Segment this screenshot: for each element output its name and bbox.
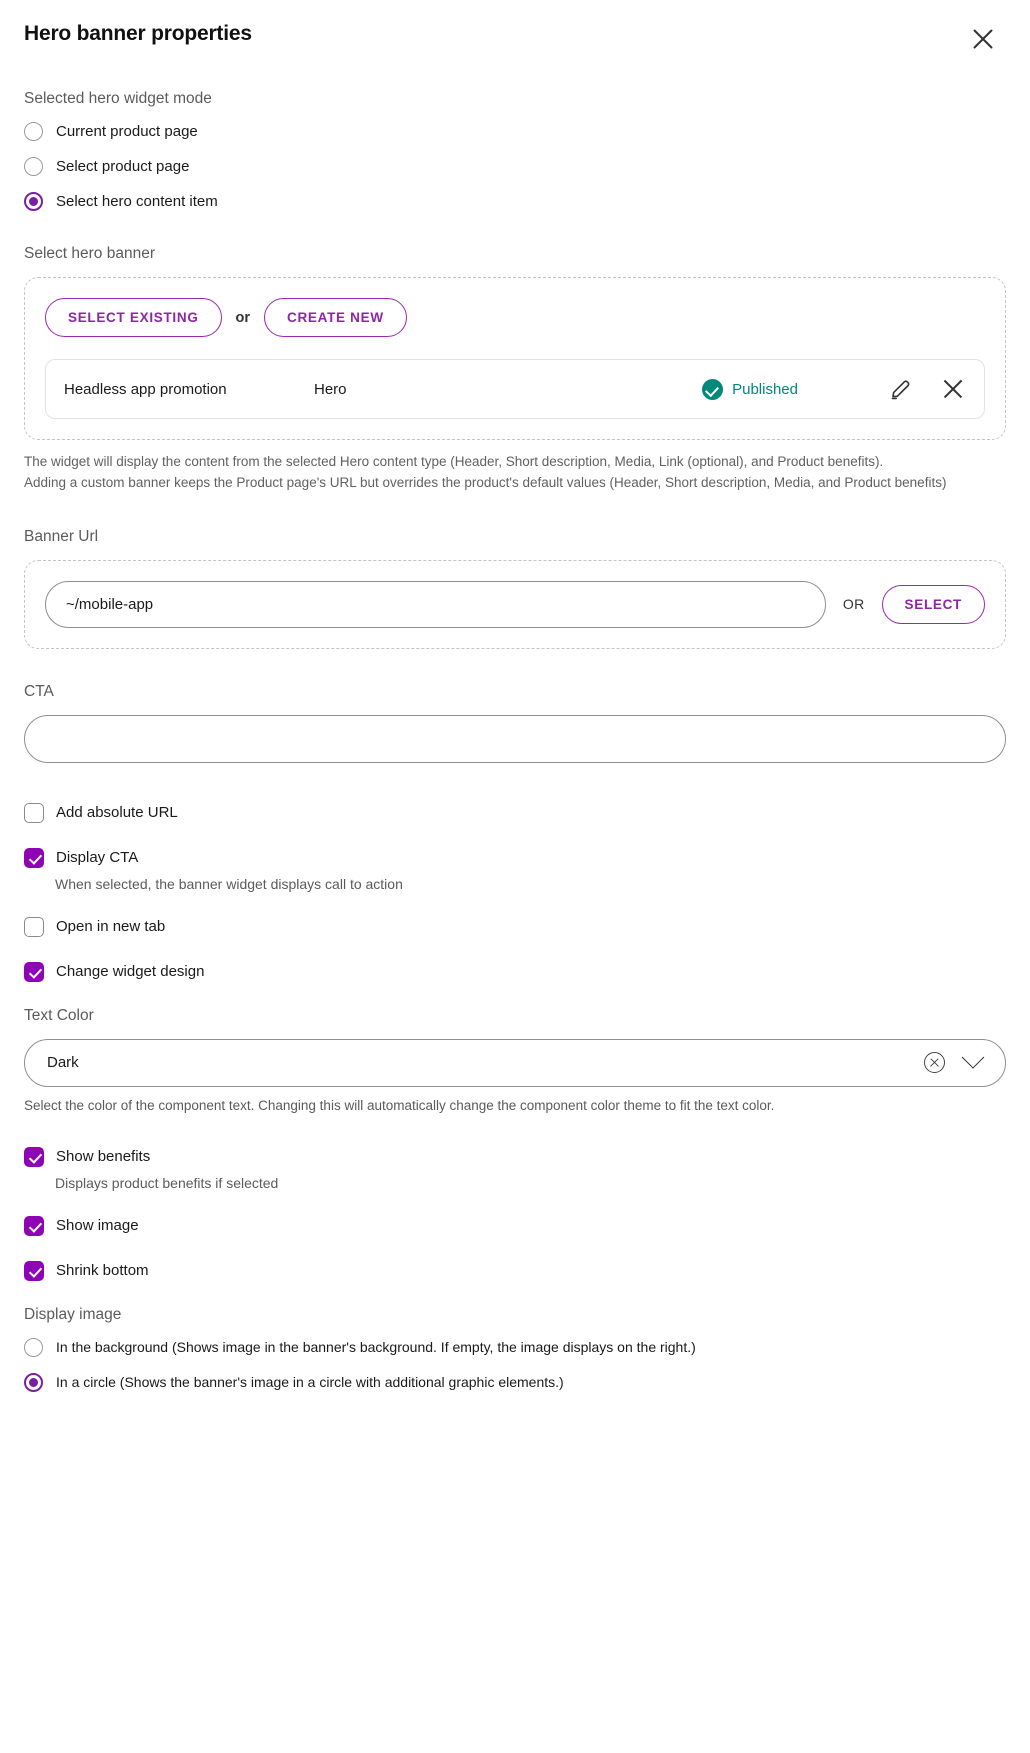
pencil-icon[interactable] <box>888 376 914 402</box>
checkbox-icon-checked[interactable] <box>24 1146 44 1167</box>
radio-icon[interactable] <box>24 122 43 141</box>
content-item-type: Hero <box>314 380 347 398</box>
checkbox-icon[interactable] <box>24 802 44 823</box>
text-color-value: Dark <box>47 1054 79 1072</box>
selected-content-item-row[interactable]: Headless app promotion Hero Published <box>45 359 985 419</box>
banner-url-input[interactable]: ~/mobile-app <box>45 580 826 628</box>
text-color-label: Text Color <box>24 1006 94 1024</box>
radio-in-the-background[interactable]: In the background (Shows image in the ba… <box>24 1337 1006 1357</box>
banner-url-input-row: ~/mobile-app OR SELECT <box>45 580 985 628</box>
checkbox-label: Show image <box>56 1217 139 1235</box>
checkbox-label: Open in new tab <box>56 918 166 936</box>
widget-mode-label: Selected hero widget mode <box>24 90 212 107</box>
option-show-image[interactable]: Show image <box>24 1215 1006 1236</box>
checkbox-label: Change widget design <box>56 963 205 981</box>
banner-url-dashed-container: ~/mobile-app OR SELECT <box>24 559 1006 649</box>
clear-circle-icon[interactable] <box>924 1052 945 1074</box>
or-separator: or <box>235 309 251 326</box>
options-section: Add absolute URL Display CTA When select… <box>24 802 1006 982</box>
create-new-button[interactable]: CREATE NEW <box>264 298 407 337</box>
hero-banner-label: Select hero banner <box>24 245 155 262</box>
banner-url-label: Banner Url <box>24 527 99 545</box>
radio-label: In the background (Shows image in the ba… <box>56 1339 696 1356</box>
banner-url-section: Banner Url ~/mobile-app OR SELECT <box>24 528 1006 649</box>
content-item-name: Headless app promotion <box>64 380 227 398</box>
radio-icon[interactable] <box>24 157 43 176</box>
option-display-cta[interactable]: Display CTA When selected, the banner wi… <box>24 847 1006 892</box>
or-separator-caps: OR <box>842 596 865 613</box>
radio-label: Select product page <box>56 158 190 175</box>
radio-label: In a circle (Shows the banner's image in… <box>56 1374 564 1391</box>
option-shrink-bottom[interactable]: Shrink bottom <box>24 1260 1006 1281</box>
select-existing-button[interactable]: SELECT EXISTING <box>45 298 222 337</box>
checkbox-icon-checked[interactable] <box>24 1215 44 1236</box>
radio-in-a-circle[interactable]: In a circle (Shows the banner's image in… <box>24 1372 1006 1392</box>
hero-banner-helper-line-2: Adding a custom banner keeps the Product… <box>24 474 947 490</box>
hero-banner-actions: SELECT EXISTING or CREATE NEW <box>45 298 985 337</box>
cta-input[interactable] <box>24 714 1006 763</box>
radio-icon-selected[interactable] <box>24 1372 43 1392</box>
status-label: Published <box>732 380 798 398</box>
text-color-help: Select the color of the component text. … <box>24 1097 775 1113</box>
text-color-select[interactable]: Dark <box>24 1038 1006 1087</box>
radio-icon[interactable] <box>24 1337 43 1357</box>
radio-label: Select hero content item <box>56 193 218 210</box>
check-circle-icon <box>702 378 724 400</box>
display-options-section: Show benefits Displays product benefits … <box>24 1146 1006 1281</box>
option-add-absolute-url[interactable]: Add absolute URL <box>24 802 1006 823</box>
radio-current-product-page[interactable]: Current product page <box>24 122 1006 141</box>
radio-icon-selected[interactable] <box>24 192 43 211</box>
page-title: Hero banner properties <box>24 22 252 45</box>
checkbox-icon[interactable] <box>24 916 44 937</box>
checkbox-icon-checked[interactable] <box>24 1260 44 1281</box>
checkbox-label: Shrink bottom <box>56 1262 149 1280</box>
chevron-down-icon[interactable] <box>961 1045 985 1069</box>
option-change-widget-design[interactable]: Change widget design <box>24 961 1006 982</box>
display-image-section: Display image In the background (Shows i… <box>24 1306 1006 1392</box>
hero-banner-section: Select hero banner SELECT EXISTING or CR… <box>24 245 1006 494</box>
widget-mode-section: Selected hero widget mode Current produc… <box>24 90 1006 211</box>
text-color-section: Text Color Dark Select the color of the … <box>24 1007 1006 1113</box>
checkbox-icon-checked[interactable] <box>24 847 44 868</box>
radio-select-product-page[interactable]: Select product page <box>24 157 1006 176</box>
radio-select-hero-content-item[interactable]: Select hero content item <box>24 192 1006 211</box>
status-badge: Published <box>702 378 798 400</box>
checkbox-label: Display CTA <box>56 849 139 867</box>
display-image-label: Display image <box>24 1305 122 1323</box>
option-show-benefits[interactable]: Show benefits Displays product benefits … <box>24 1146 1006 1191</box>
hero-banner-properties-panel: Hero banner properties Selected hero wid… <box>0 0 1030 1753</box>
select-url-button[interactable]: SELECT <box>881 584 985 624</box>
cta-label: CTA <box>24 682 54 700</box>
cta-section: CTA <box>24 683 1006 763</box>
radio-label: Current product page <box>56 123 198 140</box>
close-icon[interactable] <box>968 24 998 54</box>
checkbox-help-text: When selected, the banner widget display… <box>55 875 403 892</box>
hero-banner-dashed-container: SELECT EXISTING or CREATE NEW Headless a… <box>24 277 1006 440</box>
panel-header: Hero banner properties <box>24 22 1006 54</box>
checkbox-icon-checked[interactable] <box>24 961 44 982</box>
remove-item-close-icon[interactable] <box>940 376 966 402</box>
hero-banner-helper-line-1: The widget will display the content from… <box>24 454 884 469</box>
checkbox-label: Show benefits <box>56 1148 151 1166</box>
option-open-in-new-tab[interactable]: Open in new tab <box>24 916 1006 937</box>
checkbox-help-text: Displays product benefits if selected <box>55 1174 279 1191</box>
checkbox-label: Add absolute URL <box>56 804 178 822</box>
